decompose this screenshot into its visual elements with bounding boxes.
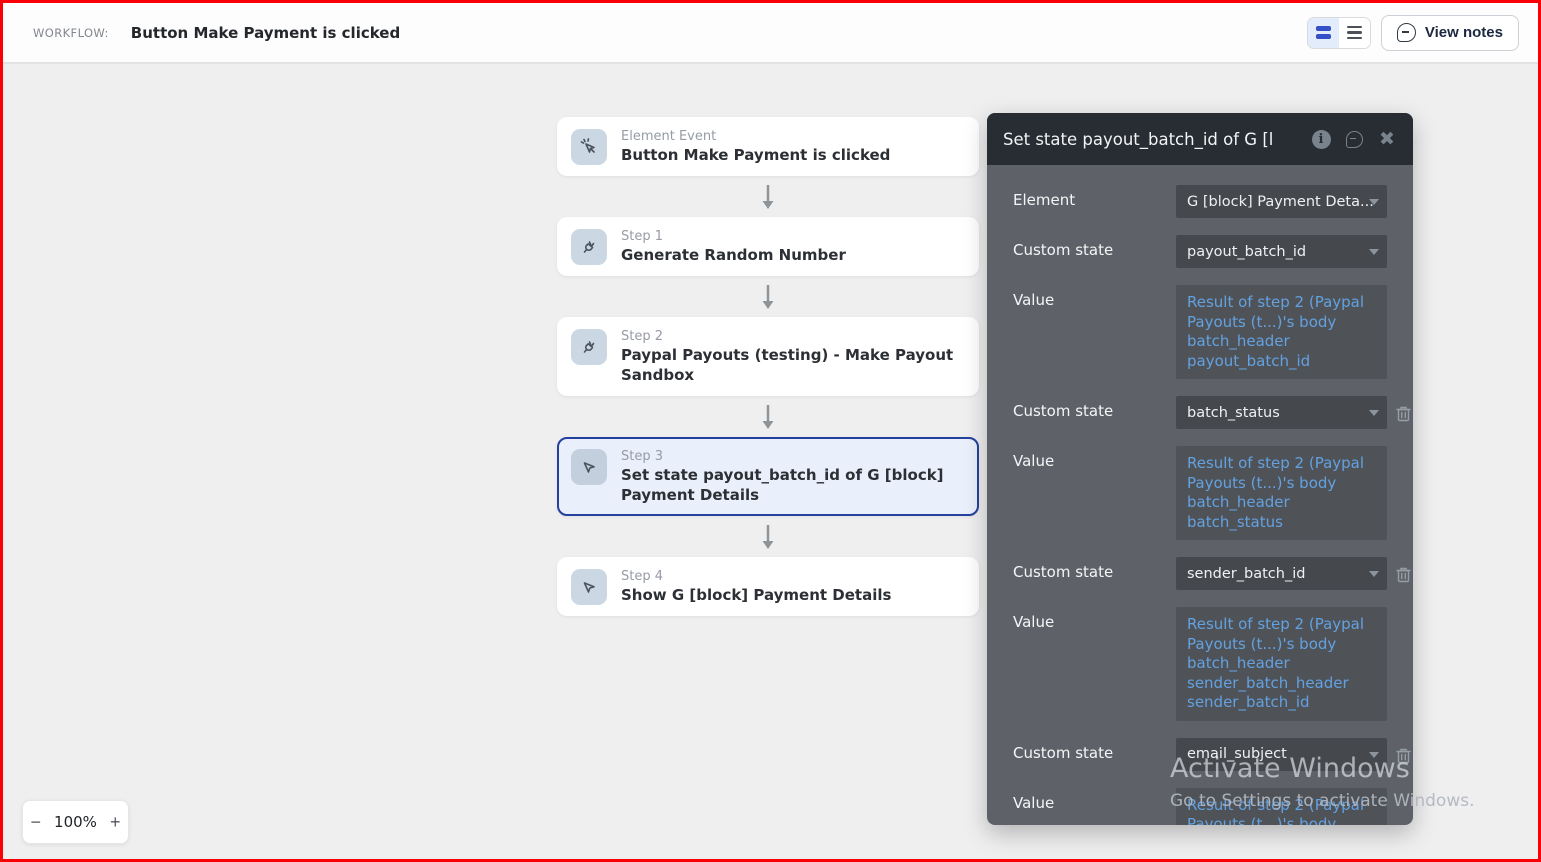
trash-icon[interactable] bbox=[1396, 747, 1411, 768]
card-view-button[interactable] bbox=[1308, 18, 1339, 48]
notes-bubble-icon bbox=[1397, 23, 1416, 42]
field-row-custom-state: Custom state email_subject bbox=[1013, 738, 1387, 771]
action-property-panel: Set state payout_batch_id of G [l i ✖ El… bbox=[987, 113, 1413, 825]
custom-state-dropdown[interactable]: email_subject bbox=[1176, 738, 1387, 771]
step-label: Element Event bbox=[621, 128, 890, 145]
list-view-button[interactable] bbox=[1339, 18, 1370, 48]
flow-arrow bbox=[557, 176, 979, 217]
value-expression[interactable]: Result of step 2 (Paypal Payouts (t...)'… bbox=[1176, 285, 1387, 379]
step-title: Generate Random Number bbox=[621, 245, 846, 265]
field-row-custom-state: Custom state payout_batch_id bbox=[1013, 235, 1387, 268]
custom-state-dropdown[interactable]: batch_status bbox=[1176, 396, 1387, 429]
workflow-steps-column: Element Event Button Make Payment is cli… bbox=[557, 117, 979, 616]
field-row-value: Value Result of step 2 (Paypal Payouts (… bbox=[1013, 285, 1387, 379]
workflow-label: WORKFLOW: bbox=[33, 26, 109, 40]
panel-body: Element G [block] Payment Deta... Custom… bbox=[987, 165, 1413, 825]
step-label: Step 2 bbox=[621, 328, 963, 345]
step-title: Set state payout_batch_id of G [block] P… bbox=[621, 465, 963, 505]
plug-icon bbox=[571, 329, 607, 365]
step-card-2[interactable]: Step 2 Paypal Payouts (testing) - Make P… bbox=[557, 317, 979, 396]
zoom-out-button[interactable]: − bbox=[31, 813, 42, 831]
field-label: Custom state bbox=[1013, 738, 1176, 771]
step-card-3-selected[interactable]: Step 3 Set state payout_batch_id of G [b… bbox=[557, 437, 979, 516]
field-label: Custom state bbox=[1013, 396, 1176, 429]
trash-icon[interactable] bbox=[1396, 566, 1411, 587]
topbar-actions: View notes bbox=[1307, 15, 1519, 51]
value-expression[interactable]: Result of step 2 (Paypal Payouts (t...)'… bbox=[1176, 607, 1387, 721]
step-label: Step 4 bbox=[621, 568, 891, 585]
field-label: Value bbox=[1013, 607, 1176, 721]
field-row-custom-state: Custom state sender_batch_id bbox=[1013, 557, 1387, 590]
field-label: Value bbox=[1013, 446, 1176, 540]
info-icon[interactable]: i bbox=[1311, 129, 1331, 149]
zoom-in-button[interactable]: + bbox=[110, 813, 121, 831]
close-icon[interactable]: ✖ bbox=[1377, 129, 1397, 149]
topbar: WORKFLOW: Button Make Payment is clicked… bbox=[3, 3, 1538, 64]
value-expression[interactable]: Result of step 2 (Paypal Payouts (t...)'… bbox=[1176, 446, 1387, 540]
panel-title: Set state payout_batch_id of G [l bbox=[1003, 130, 1301, 149]
step-title: Paypal Payouts (testing) - Make Payout S… bbox=[621, 345, 963, 385]
card-view-icon bbox=[1316, 26, 1331, 39]
field-label: Value bbox=[1013, 788, 1176, 826]
custom-state-dropdown[interactable]: sender_batch_id bbox=[1176, 557, 1387, 590]
plug-icon bbox=[571, 229, 607, 265]
field-label: Custom state bbox=[1013, 235, 1176, 268]
flow-arrow bbox=[557, 396, 979, 437]
element-dropdown[interactable]: G [block] Payment Deta... bbox=[1176, 185, 1387, 218]
cursor-icon bbox=[571, 449, 607, 485]
field-row-custom-state: Custom state batch_status bbox=[1013, 396, 1387, 429]
chevron-down-icon bbox=[1369, 199, 1379, 205]
step-label: Step 1 bbox=[621, 228, 846, 245]
step-title: Button Make Payment is clicked bbox=[621, 145, 890, 165]
field-row-element: Element G [block] Payment Deta... bbox=[1013, 185, 1387, 218]
field-row-value: Value Result of step 2 (Paypal Payouts (… bbox=[1013, 788, 1387, 826]
value-expression[interactable]: Result of step 2 (Paypal Payouts (t...)'… bbox=[1176, 788, 1387, 826]
trash-icon[interactable] bbox=[1396, 405, 1411, 426]
view-mode-toggle bbox=[1307, 17, 1371, 49]
step-title: Show G [block] Payment Details bbox=[621, 585, 891, 605]
chevron-down-icon bbox=[1369, 752, 1379, 758]
view-notes-button[interactable]: View notes bbox=[1381, 15, 1519, 51]
workflow-title: Button Make Payment is clicked bbox=[131, 24, 400, 42]
chevron-down-icon bbox=[1369, 249, 1379, 255]
step-card-element-event[interactable]: Element Event Button Make Payment is cli… bbox=[557, 117, 979, 176]
zoom-control: − 100% + bbox=[22, 800, 129, 844]
chevron-down-icon bbox=[1369, 571, 1379, 577]
flow-arrow bbox=[557, 276, 979, 317]
flow-arrow bbox=[557, 516, 979, 557]
chevron-down-icon bbox=[1369, 410, 1379, 416]
custom-state-dropdown[interactable]: payout_batch_id bbox=[1176, 235, 1387, 268]
field-label: Element bbox=[1013, 185, 1176, 218]
view-notes-label: View notes bbox=[1425, 24, 1503, 41]
comment-icon[interactable] bbox=[1344, 129, 1364, 149]
field-label: Value bbox=[1013, 285, 1176, 379]
cursor-icon bbox=[571, 569, 607, 605]
zoom-level: 100% bbox=[54, 813, 97, 831]
workflow-editor-screen: WORKFLOW: Button Make Payment is clicked… bbox=[0, 0, 1541, 862]
field-label: Custom state bbox=[1013, 557, 1176, 590]
step-label: Step 3 bbox=[621, 448, 963, 465]
cursor-click-icon bbox=[571, 129, 607, 165]
step-card-4[interactable]: Step 4 Show G [block] Payment Details bbox=[557, 557, 979, 616]
field-row-value: Value Result of step 2 (Paypal Payouts (… bbox=[1013, 607, 1387, 721]
panel-header: Set state payout_batch_id of G [l i ✖ bbox=[987, 113, 1413, 165]
field-row-value: Value Result of step 2 (Paypal Payouts (… bbox=[1013, 446, 1387, 540]
step-card-1[interactable]: Step 1 Generate Random Number bbox=[557, 217, 979, 276]
list-view-icon bbox=[1347, 26, 1362, 40]
